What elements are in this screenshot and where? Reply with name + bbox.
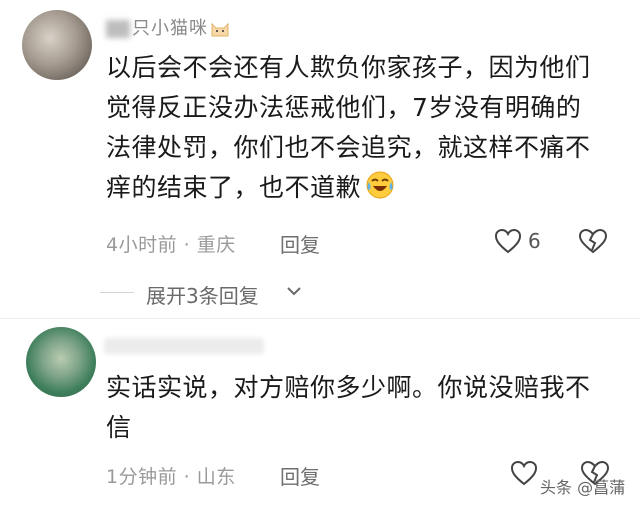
username-blurred[interactable] [104,338,264,354]
comment-meta: 4小时前 · 重庆 [106,230,236,257]
expand-replies[interactable]: 展开3条回复 [0,280,640,308]
timestamp: 1分钟前 [106,466,178,488]
expand-divider-line [100,292,134,293]
watermark: 头条 @菖蒲 [540,478,626,497]
separator-dot: · [183,234,191,256]
reply-button[interactable]: 回复 [280,461,320,490]
username-blur [106,20,130,38]
avatar[interactable] [26,327,96,397]
comment-meta: 1分钟前 · 山东 [106,462,236,489]
expand-replies-label: 展开3条回复 [146,284,259,308]
username[interactable]: 只小猫咪 [106,14,230,40]
like-count: 6 [528,229,541,253]
cat-emoji-icon [211,22,229,37]
chevron-down-icon [287,287,301,296]
laugh-cry-emoji-icon [366,171,394,199]
location: 山东 [196,466,236,488]
timestamp: 4小时前 [106,234,178,256]
broken-heart-icon[interactable] [578,228,608,254]
comment-text: 以后会不会还有人欺负你家孩子，因为他们 觉得反正没办法惩戒他们，7岁没有明确的 … [106,53,591,202]
reply-button[interactable]: 回复 [280,229,320,258]
location: 重庆 [196,234,236,256]
comment-divider [0,318,640,319]
avatar[interactable] [22,10,92,80]
heart-icon[interactable] [494,228,522,254]
heart-icon[interactable] [510,460,538,486]
separator-dot: · [183,466,191,488]
comment-text: 实话实说，对方赔你多少啊。你说没赔我不 信 [106,373,591,442]
